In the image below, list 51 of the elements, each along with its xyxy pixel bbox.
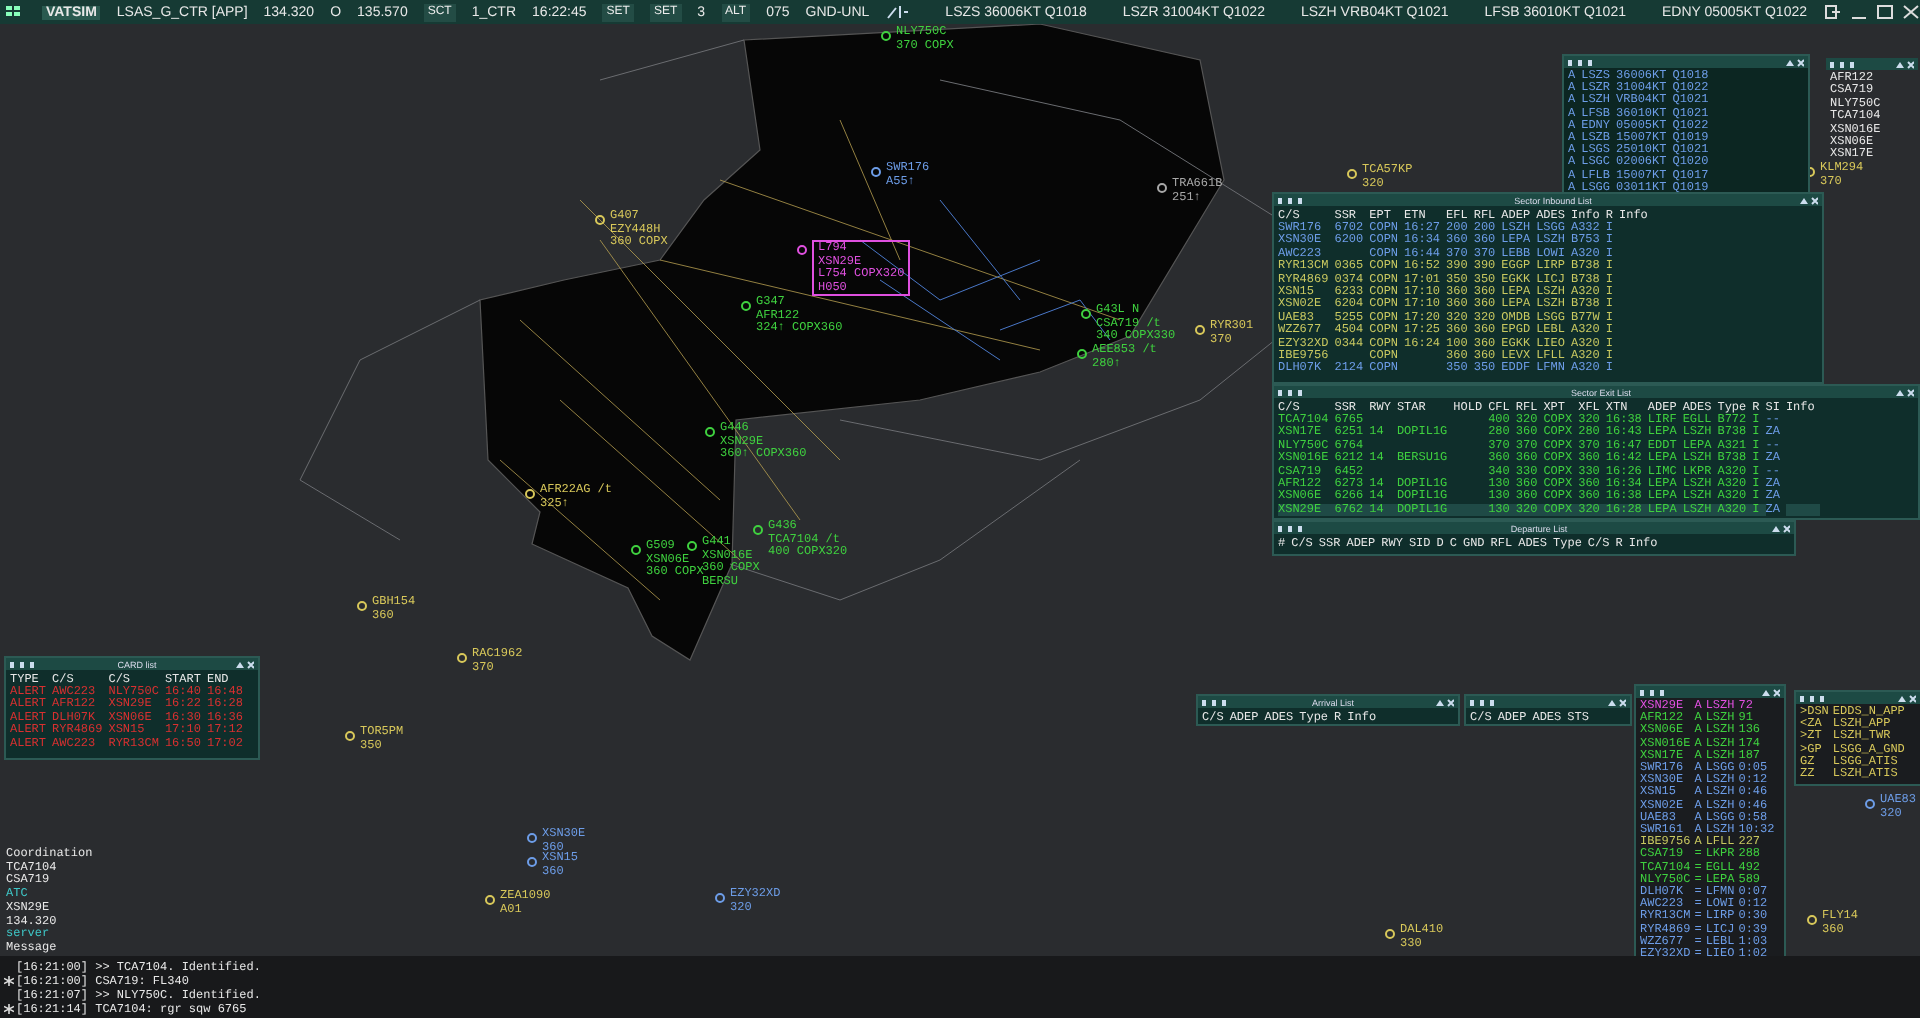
aircraft-target-icon xyxy=(484,894,498,906)
aircraft-target-icon xyxy=(880,30,894,42)
window-controls-icon xyxy=(1800,195,1818,205)
aircraft-target-icon xyxy=(1194,324,1208,336)
window-controls-icon xyxy=(1895,387,1914,397)
exit-icon[interactable] xyxy=(1823,4,1841,20)
aircraft-target-icon xyxy=(1156,182,1170,194)
menu-icon[interactable] xyxy=(6,5,26,19)
window-controls-icon xyxy=(235,659,254,669)
aircraft-target-icon xyxy=(1806,914,1820,926)
aircraft-target-icon xyxy=(686,540,700,552)
window-controls-icon xyxy=(1435,697,1454,707)
window-tools-icon xyxy=(1278,387,1306,397)
window-controls-icon xyxy=(1786,57,1804,67)
maximize-icon[interactable] xyxy=(1875,4,1893,20)
close-icon[interactable] xyxy=(1901,4,1919,20)
aircraft-target-icon xyxy=(1384,928,1398,940)
aircraft-target-icon xyxy=(740,300,754,312)
asterisk-icon xyxy=(3,976,13,986)
window-tools-icon xyxy=(1278,523,1306,533)
aircraft-target-icon xyxy=(752,524,766,536)
aircraft-target-icon xyxy=(524,488,538,500)
window-controls-icon xyxy=(1896,59,1914,69)
aircraft-target-icon xyxy=(1080,308,1094,320)
aircraft-target-icon xyxy=(456,652,470,664)
window-tools-icon xyxy=(1568,57,1596,67)
aircraft-target-icon xyxy=(870,166,884,178)
aircraft-target-icon xyxy=(630,544,644,556)
aircraft-target-icon xyxy=(704,426,718,438)
window-tools-icon xyxy=(1278,195,1306,205)
aircraft-target-icon xyxy=(356,600,370,612)
aircraft-target-icon xyxy=(1864,798,1878,810)
aircraft-target-icon xyxy=(714,892,728,904)
window-tools-icon xyxy=(1640,687,1668,697)
aircraft-target-icon xyxy=(344,730,358,742)
window-controls-icon xyxy=(1771,523,1790,533)
aircraft-target-icon xyxy=(1346,168,1360,180)
window-controls-icon xyxy=(1608,697,1626,707)
window-controls-icon xyxy=(1898,693,1916,703)
window-controls-icon xyxy=(1762,687,1780,697)
window-tools-icon xyxy=(10,659,38,669)
window-tools-icon xyxy=(1202,697,1230,707)
table-cell xyxy=(1785,503,1821,517)
window-tools-icon xyxy=(1830,59,1858,69)
aircraft-target-icon xyxy=(796,244,810,256)
asterisk-icon xyxy=(3,1004,13,1014)
wind-icon xyxy=(885,4,910,20)
aircraft-target-icon xyxy=(1076,348,1090,360)
window-tools-icon xyxy=(1470,697,1498,707)
aircraft-target-icon xyxy=(594,214,608,226)
window-tools-icon xyxy=(1800,693,1828,703)
